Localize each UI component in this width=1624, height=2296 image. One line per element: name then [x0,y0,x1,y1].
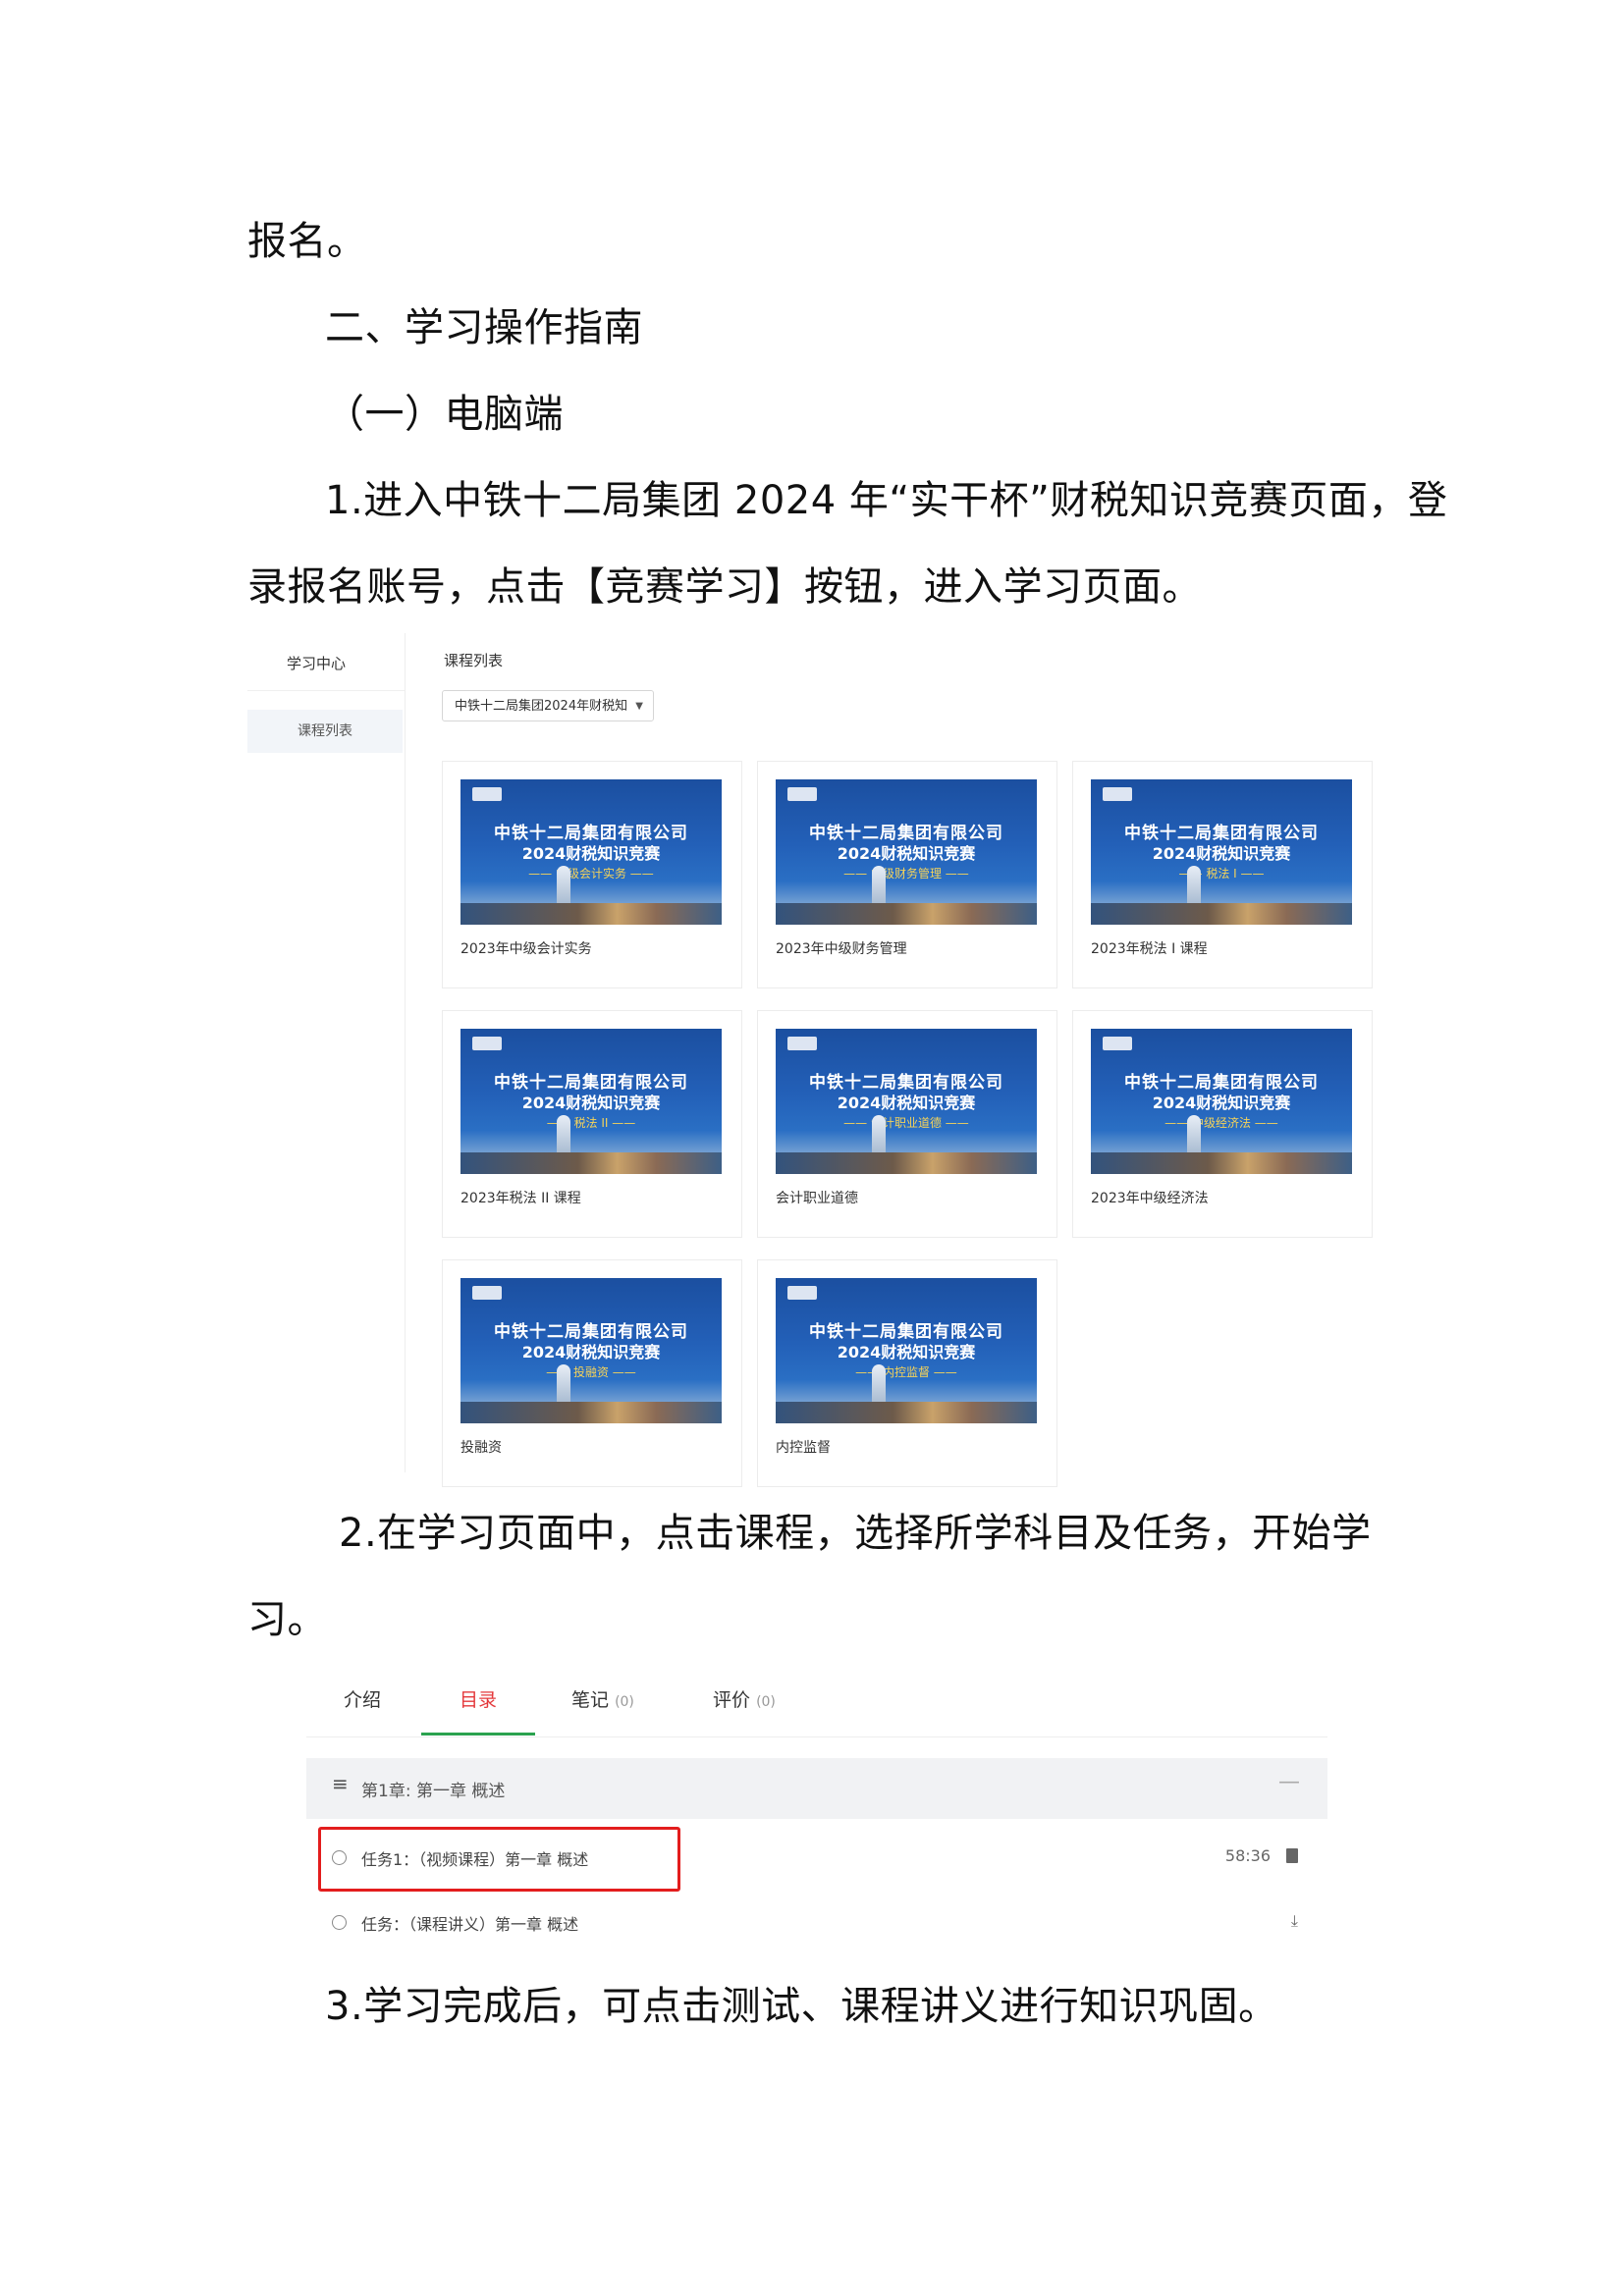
course-card[interactable]: 中铁十二局集团有限公司 2024财税知识竞赛 —— 会计职业道德 —— 会计职业… [757,1010,1057,1238]
city-graphic [460,1402,722,1423]
banner-subtitle: 2024财税知识竞赛 [1152,844,1291,863]
banner-subtitle: 2024财税知识竞赛 [521,844,661,863]
paragraph-1: 报名。 [247,219,367,264]
course-banner: 中铁十二局集团有限公司 2024财税知识竞赛 —— 中级财务管理 —— [776,779,1037,925]
banner-subject: —— 税法 I —— [1178,867,1265,881]
highlight-box [318,1827,680,1892]
banner-subtitle: 2024财税知识竞赛 [1152,1094,1291,1112]
banner-subtitle: 2024财税知识竞赛 [837,1094,976,1112]
step-2-line-1: 2.在学习页面中，点击课程，选择所学科目及任务，开始学 [339,1511,1372,1556]
course-list-title: 课程列表 [444,652,504,669]
select-value: 中铁十二局集团2024年财税知 [455,699,628,714]
tab-count: (0) [756,1694,776,1710]
banner-subject: —— 中级会计实务 —— [528,867,654,881]
caret-down-icon: ▼ [635,701,643,712]
city-graphic [776,1402,1037,1423]
course-title: 2023年中级财务管理 [776,941,907,957]
document-icon[interactable] [1286,1848,1298,1863]
tabs-divider [306,1736,1327,1737]
tab-notes[interactable]: 笔记 (0) [571,1685,634,1712]
logo-icon [472,1286,502,1300]
logo-icon [787,787,817,801]
city-graphic [776,1152,1037,1174]
course-card[interactable]: 中铁十二局集团有限公司 2024财税知识竞赛 —— 税法 I —— 2023年税… [1072,761,1373,988]
logo-icon [1103,787,1132,801]
tab-label: 介绍 [344,1689,382,1711]
tab-catalog[interactable]: 目录 [460,1685,497,1712]
step-1-line-1: 1.进入中铁十二局集团 2024 年“实干杯”财税知识竞赛页面，登 [325,478,1448,523]
banner-subject: —— 中级财务管理 —— [843,867,969,881]
tab-count: (0) [615,1694,634,1710]
logo-icon [787,1286,817,1300]
chapter-title: 第1章: 第一章 概述 [361,1782,506,1801]
course-title: 投融资 [460,1440,502,1456]
task-duration: 58:36 [1224,1846,1271,1865]
course-banner: 中铁十二局集团有限公司 2024财税知识竞赛 —— 中级会计实务 —— [460,779,722,925]
sidebar: 学习中心 课程列表 [247,633,406,1472]
course-card[interactable]: 中铁十二局集团有限公司 2024财税知识竞赛 —— 内控监督 —— 内控监督 [757,1259,1057,1487]
logo-icon [787,1037,817,1050]
course-card[interactable]: 中铁十二局集团有限公司 2024财税知识竞赛 —— 投融资 —— 投融资 [442,1259,742,1487]
city-graphic [460,1152,722,1174]
course-title: 2023年中级会计实务 [460,941,592,957]
logo-icon [472,787,502,801]
logo-icon [1103,1037,1132,1050]
sidebar-title: 学习中心 [286,655,346,672]
step-3: 3.学习完成后，可点击测试、课程讲义进行知识巩固。 [325,1984,1278,2029]
course-list-screenshot: 学习中心 课程列表 课程列表 中铁十二局集团2024年财税知 ▼ 中铁十二局集团… [247,633,1377,1487]
banner-subtitle: 2024财税知识竞赛 [521,1343,661,1362]
logo-icon [472,1037,502,1050]
tab-label: 目录 [460,1689,498,1711]
collapse-icon[interactable]: — [1278,1770,1300,1794]
course-title: 2023年税法 I 课程 [1091,941,1208,957]
banner-subtitle: 2024财税知识竞赛 [521,1094,661,1112]
sidebar-divider [247,690,405,691]
download-icon[interactable]: ⤓ [1291,1911,1298,1931]
course-card[interactable]: 中铁十二局集团有限公司 2024财税知识竞赛 —— 中级会计实务 —— 2023… [442,761,742,988]
banner-subject: —— 内控监督 —— [855,1365,957,1379]
course-banner: 中铁十二局集团有限公司 2024财税知识竞赛 —— 中级经济法 —— [1091,1029,1352,1174]
course-card[interactable]: 中铁十二局集团有限公司 2024财税知识竞赛 —— 中级财务管理 —— 2023… [757,761,1057,988]
tab-intro[interactable]: 介绍 [344,1685,381,1712]
course-banner: 中铁十二局集团有限公司 2024财税知识竞赛 —— 会计职业道德 —— [776,1029,1037,1174]
course-banner: 中铁十二局集团有限公司 2024财税知识竞赛 —— 内控监督 —— [776,1278,1037,1423]
course-title: 2023年税法 II 课程 [460,1191,581,1206]
course-title: 2023年中级经济法 [1091,1191,1209,1206]
banner-subject: —— 中级经济法 —— [1164,1116,1278,1130]
course-card[interactable]: 中铁十二局集团有限公司 2024财税知识竞赛 —— 中级经济法 —— 2023年… [1072,1010,1373,1238]
banner-subject: —— 会计职业道德 —— [843,1116,969,1130]
banner-subtitle: 2024财税知识竞赛 [837,1343,976,1362]
chapter-header[interactable]: ≡ 第1章: 第一章 概述 — [306,1758,1327,1819]
course-card[interactable]: 中铁十二局集团有限公司 2024财税知识竞赛 —— 税法 II —— 2023年… [442,1010,742,1238]
step-2-line-2: 习。 [247,1597,327,1642]
menu-icon: ≡ [332,1772,349,1795]
course-banner: 中铁十二局集团有限公司 2024财税知识竞赛 —— 投融资 —— [460,1278,722,1423]
banner-subject: —— 税法 II —— [546,1116,636,1130]
course-title: 会计职业道德 [776,1191,858,1206]
tab-label: 笔记 [571,1689,610,1711]
city-graphic [1091,1152,1352,1174]
catalog-screenshot: 介绍 目录 笔记 (0) 评价 (0) ≡ 第1章: 第一章 概述 — 任务1：… [306,1674,1327,1939]
city-graphic [776,903,1037,925]
subsection-heading: （一）电脑端 [325,392,564,437]
task-item[interactable]: 任务：（课程讲义）第一章 概述 ⤓ [306,1907,1327,1947]
banner-subject: —— 投融资 —— [546,1365,636,1379]
course-banner: 中铁十二局集团有限公司 2024财税知识竞赛 —— 税法 I —— [1091,779,1352,925]
step-1-line-2: 录报名账号，点击【竞赛学习】按钮，进入学习页面。 [247,564,1202,610]
tab-label: 评价 [713,1689,751,1711]
course-banner: 中铁十二局集团有限公司 2024财税知识竞赛 —— 税法 II —— [460,1029,722,1174]
city-graphic [1091,903,1352,925]
sidebar-item-course-list[interactable]: 课程列表 [247,710,403,753]
city-graphic [460,903,722,925]
active-tab-indicator [421,1733,535,1735]
task-title: 任务：（课程讲义）第一章 概述 [361,1915,579,1934]
course-title: 内控监督 [776,1440,831,1456]
tab-reviews[interactable]: 评价 (0) [713,1685,776,1712]
task-status-icon [332,1915,347,1930]
banner-subtitle: 2024财税知识竞赛 [837,844,976,863]
competition-select[interactable]: 中铁十二局集团2024年财税知 ▼ [442,690,654,721]
section-heading: 二、学习操作指南 [325,305,643,350]
